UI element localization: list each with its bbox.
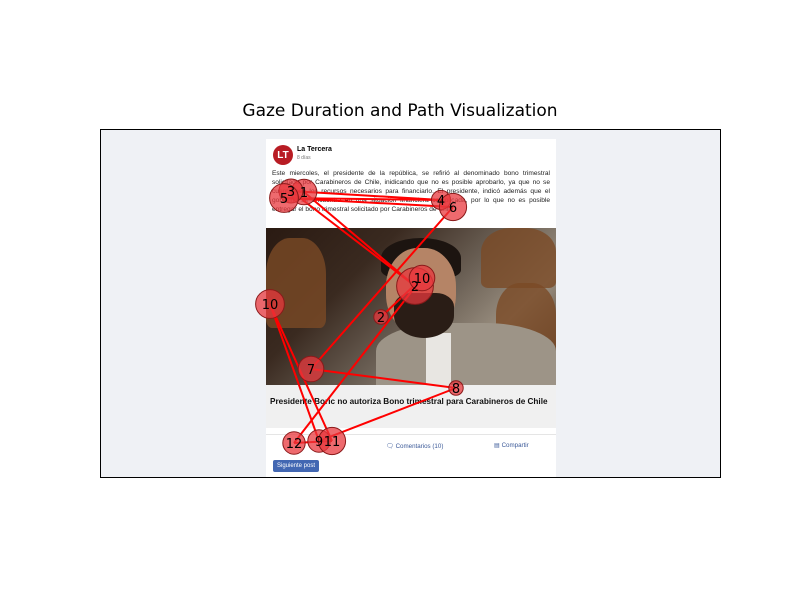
plot-area: LT La Tercera 8 días Este miercoles, el … (100, 129, 721, 478)
chart-title: Gaze Duration and Path Visualization (242, 101, 558, 121)
gaze-path-segment (303, 191, 416, 287)
fixation-label: 8 (452, 382, 460, 397)
fixation-label: 6 (449, 201, 457, 216)
fixation-label: 7 (307, 363, 315, 378)
fixation-label: 2 (377, 311, 385, 326)
fixation-label: 10 (414, 272, 431, 287)
gaze-path-segment (310, 368, 457, 389)
fixation-label: 12 (286, 437, 303, 452)
fixation-label: 4 (437, 194, 445, 209)
fixation-label: 10 (262, 298, 279, 313)
fixation-label: 1 (300, 186, 308, 201)
gaze-overlay: 123456789101112102 (255, 178, 468, 456)
fixation-label: 9 (315, 435, 323, 450)
fixation-label: 5 (280, 192, 288, 207)
fixation-label: 11 (324, 435, 341, 450)
